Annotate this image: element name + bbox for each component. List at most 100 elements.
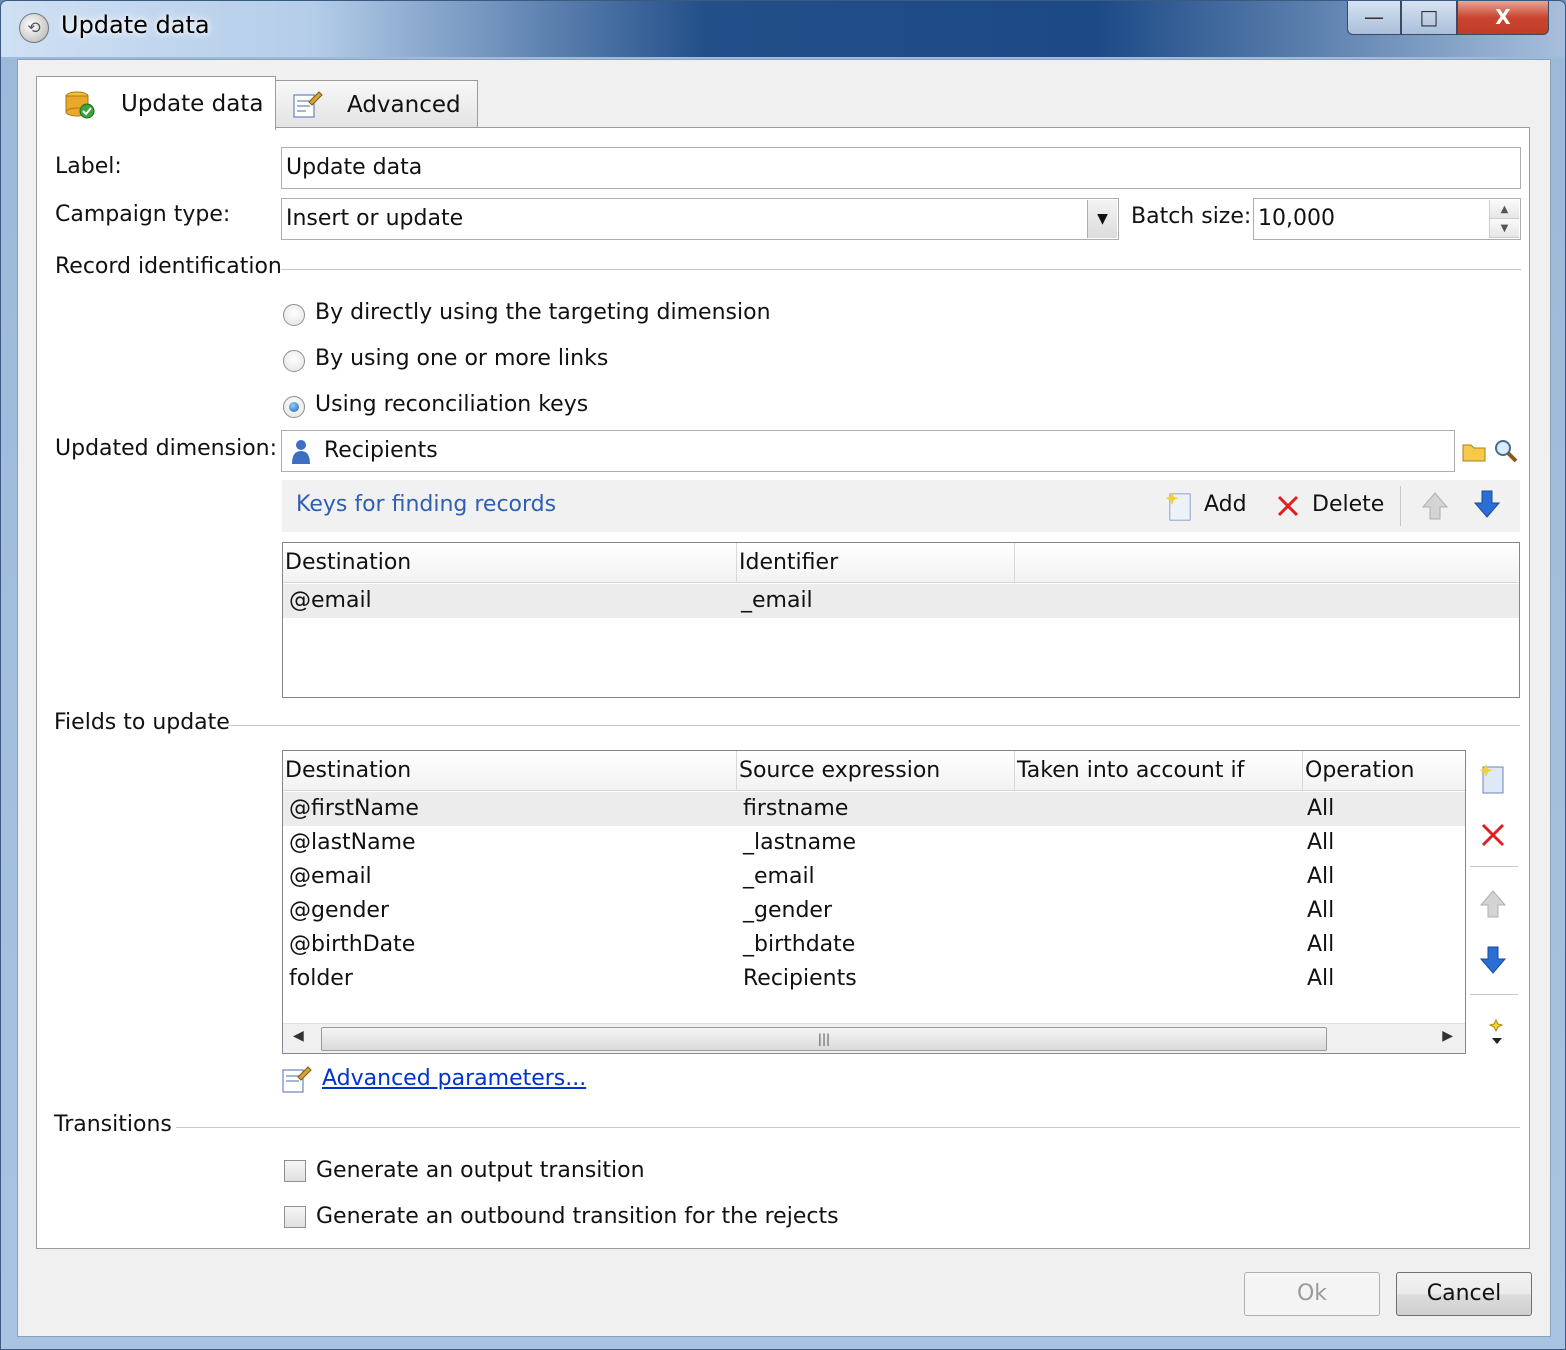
record-identification-title: Record identification — [55, 254, 282, 279]
move-down-icon[interactable] — [1472, 488, 1502, 520]
toolbar-separator — [1470, 994, 1518, 995]
section-divider — [281, 269, 1521, 270]
batch-size-input[interactable]: 10,000 ▲ ▼ — [1253, 198, 1521, 240]
window-title: Update data — [61, 11, 210, 39]
tab-advanced-label: Advanced — [347, 91, 461, 118]
output-transition-checkbox[interactable] — [284, 1160, 306, 1182]
column-header-destination[interactable]: Destination — [283, 543, 737, 583]
batch-size-caption: Batch size: — [1131, 204, 1252, 229]
recipient-icon — [292, 440, 310, 464]
move-field-down-icon[interactable] — [1478, 944, 1508, 976]
add-button[interactable]: Add — [1204, 492, 1247, 517]
maximize-button[interactable]: □ — [1401, 1, 1457, 35]
cell-operation: All — [1307, 898, 1335, 923]
column-header-destination[interactable]: Destination — [283, 751, 737, 791]
ok-button[interactable]: Ok — [1244, 1272, 1380, 1316]
campaign-type-select[interactable]: Insert or update ▼ — [281, 198, 1119, 240]
cell-source: _email — [743, 864, 815, 889]
radio-links-label: By using one or more links — [315, 346, 609, 371]
rejects-transition-checkbox[interactable] — [284, 1206, 306, 1228]
keys-grid-header: Destination Identifier — [283, 543, 1519, 583]
section-divider — [228, 725, 1520, 726]
cell-source: _birthdate — [743, 932, 856, 957]
keys-grid[interactable]: Destination Identifier @email _email — [282, 542, 1520, 698]
add-icon[interactable] — [1166, 490, 1194, 522]
app-icon: ⟲ — [19, 13, 49, 43]
cell-source: _lastname — [743, 830, 857, 855]
cell-source: _gender — [743, 898, 832, 923]
table-row[interactable]: @firstName firstname All — [283, 792, 1465, 826]
output-transition-label: Generate an output transition — [316, 1158, 645, 1183]
scroll-left-icon[interactable]: ◀ — [293, 1028, 304, 1044]
scroll-right-icon[interactable]: ▶ — [1442, 1028, 1453, 1044]
updated-dimension-input[interactable]: Recipients — [281, 430, 1455, 472]
database-update-icon — [65, 91, 95, 118]
advanced-parameters-link[interactable]: Advanced parameters... — [322, 1066, 586, 1091]
radio-reconciliation-keys[interactable] — [283, 396, 305, 418]
horizontal-scrollbar[interactable]: ◀ ||| ▶ — [283, 1023, 1465, 1053]
delete-field-icon[interactable] — [1480, 822, 1506, 848]
radio-reconciliation-keys-label: Using reconciliation keys — [315, 392, 589, 417]
cell-destination: folder — [289, 966, 353, 991]
cell-source: Recipients — [743, 966, 857, 991]
minimize-button[interactable]: — — [1347, 1, 1401, 35]
table-row[interactable]: @email _email All — [283, 860, 1465, 894]
cell-operation: All — [1307, 966, 1335, 991]
cell-source: firstname — [743, 796, 849, 821]
cell-destination: @lastName — [289, 830, 416, 855]
folder-icon[interactable] — [1461, 438, 1487, 464]
batch-size-spinner[interactable]: ▲ ▼ — [1489, 200, 1519, 238]
transitions-title: Transitions — [54, 1112, 172, 1137]
fields-grid[interactable]: Destination Source expression Taken into… — [282, 750, 1466, 1054]
close-button[interactable]: X — [1457, 1, 1549, 35]
table-row[interactable]: @lastName _lastname All — [283, 826, 1465, 860]
cell-destination: @email — [289, 864, 372, 889]
spin-up-icon[interactable]: ▲ — [1490, 200, 1519, 219]
scroll-thumb[interactable]: ||| — [321, 1027, 1327, 1051]
move-up-icon[interactable] — [1420, 490, 1450, 522]
spin-down-icon[interactable]: ▼ — [1490, 219, 1519, 238]
title-bar[interactable]: ⟲ Update data — □ X — [1, 1, 1565, 57]
table-row[interactable]: folder Recipients All — [283, 962, 1465, 996]
campaign-type-value: Insert or update — [286, 206, 464, 231]
column-header-operation[interactable]: Operation — [1303, 751, 1465, 791]
keys-title: Keys for finding records — [296, 492, 557, 517]
label-caption: Label: — [55, 154, 122, 179]
radio-links[interactable] — [283, 350, 305, 372]
dialog-client: Update data Advanced Label: Update data … — [17, 59, 1551, 1337]
table-row[interactable]: @email _email — [283, 584, 1519, 618]
radio-targeting-dimension-label: By directly using the targeting dimensio… — [315, 300, 771, 325]
radio-targeting-dimension[interactable] — [283, 304, 305, 326]
tab-update-data-label: Update data — [121, 90, 264, 117]
updated-dimension-value: Recipients — [324, 438, 438, 463]
search-icon[interactable] — [1493, 438, 1519, 464]
cell-destination: @firstName — [289, 796, 419, 821]
magic-wand-icon[interactable] — [1484, 1016, 1510, 1048]
cell-destination: @gender — [289, 898, 389, 923]
cell-destination: @birthDate — [289, 932, 416, 957]
toolbar-separator — [1400, 486, 1401, 526]
add-field-icon[interactable] — [1478, 762, 1508, 796]
column-header-condition[interactable]: Taken into account if — [1015, 751, 1303, 791]
delete-icon[interactable] — [1276, 494, 1300, 518]
label-input[interactable]: Update data — [281, 147, 1521, 189]
delete-button[interactable]: Delete — [1312, 492, 1384, 517]
fields-grid-header: Destination Source expression Taken into… — [283, 751, 1465, 791]
tab-advanced[interactable]: Advanced — [274, 80, 478, 128]
batch-size-value: 10,000 — [1258, 206, 1335, 231]
tab-update-data[interactable]: Update data — [36, 76, 276, 130]
move-field-up-icon[interactable] — [1478, 888, 1508, 920]
column-header-identifier[interactable]: Identifier — [737, 543, 1015, 583]
table-row[interactable]: @gender _gender All — [283, 894, 1465, 928]
table-row[interactable]: @birthDate _birthdate All — [283, 928, 1465, 962]
cancel-button[interactable]: Cancel — [1396, 1272, 1532, 1316]
keys-toolbar: Keys for finding records Add Delete — [282, 480, 1520, 532]
cell-operation: All — [1307, 932, 1335, 957]
rejects-transition-label: Generate an outbound transition for the … — [316, 1204, 839, 1229]
campaign-type-caption: Campaign type: — [55, 202, 231, 227]
section-divider — [176, 1127, 1520, 1128]
fields-to-update-title: Fields to update — [54, 710, 230, 735]
column-header-source-expression[interactable]: Source expression — [737, 751, 1015, 791]
cell-operation: All — [1307, 796, 1335, 821]
chevron-down-icon[interactable]: ▼ — [1087, 200, 1117, 238]
